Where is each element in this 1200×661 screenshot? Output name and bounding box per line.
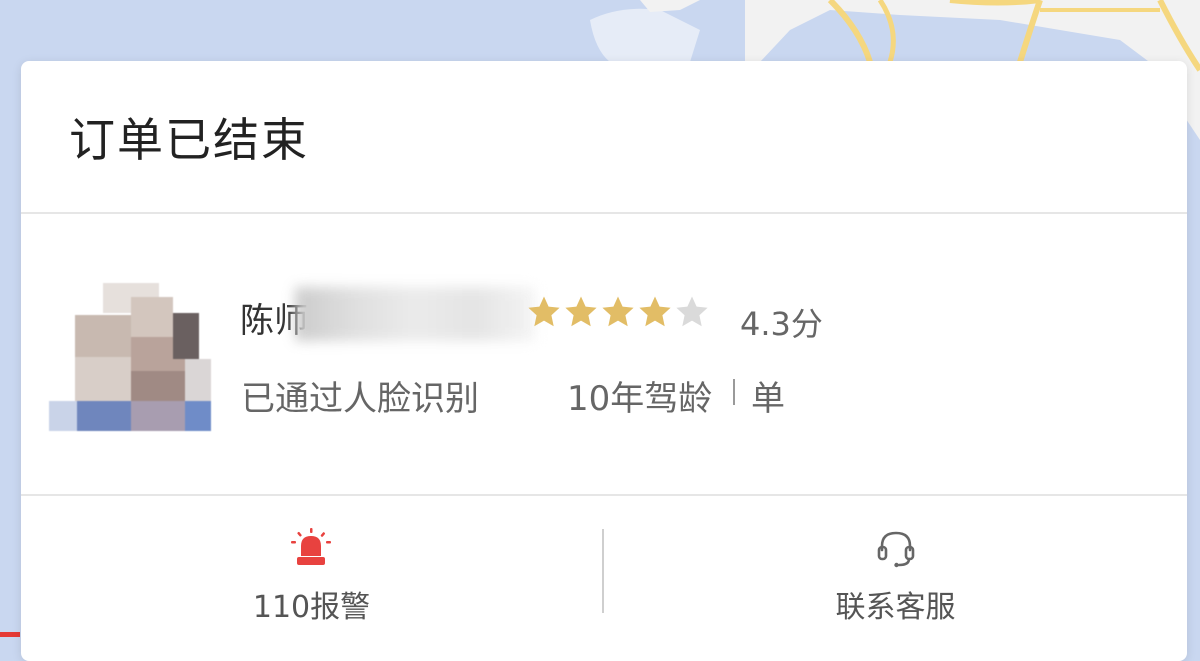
driver-rating-stars [527,295,709,339]
star-empty-icon [676,296,708,327]
contact-service-label: 联系客服 [835,590,956,625]
headset-icon [877,531,915,568]
order-card: 订单已结束 陈师 4.3分 已通过人脸识别 10年驾龄 单 110报警 联系客服 [21,61,1187,661]
driver-avatar[interactable] [49,283,211,433]
star-filled-icon [602,296,634,327]
driver-order-count: 单 [751,379,785,419]
star-filled-icon [565,296,597,327]
title-divider [21,212,1187,214]
driver-rating-text: 4.3分 [740,305,823,343]
alarm-light-icon [291,528,331,565]
emergency-110-label: 110报警 [252,590,371,625]
star-filled-icon [528,296,560,327]
info-separator [733,379,735,405]
contact-service-button[interactable]: 联系客服 [604,496,1187,661]
emergency-110-button[interactable]: 110报警 [21,496,602,661]
driver-name-redaction [295,287,535,341]
driver-experience: 10年驾龄 [567,379,713,419]
map-edge-marker [0,632,20,637]
star-filled-icon [639,296,671,327]
order-status-title: 订单已结束 [69,113,309,167]
face-verification-status: 已通过人脸识别 [241,379,479,419]
